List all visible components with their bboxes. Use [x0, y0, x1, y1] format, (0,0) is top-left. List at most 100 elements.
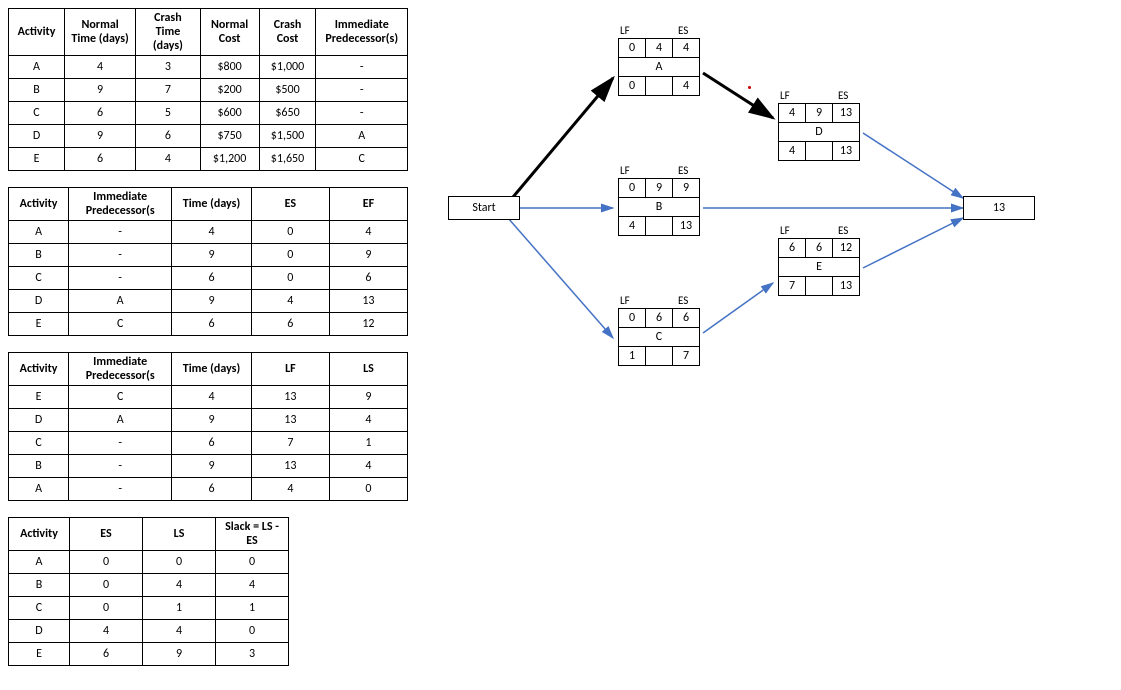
cell: D — [9, 290, 69, 313]
cell: 0 — [619, 309, 646, 328]
cell: D — [9, 409, 69, 432]
table-row: D96$750$1,500A — [9, 125, 408, 148]
cell: 9 — [329, 386, 407, 409]
cell: 7 — [251, 432, 329, 455]
table-row: A-640 — [9, 478, 408, 501]
cell: 6 — [65, 102, 136, 125]
cell: C — [9, 267, 69, 290]
cell: - — [316, 56, 408, 79]
cell: 4 — [329, 455, 407, 478]
cell: C — [316, 148, 408, 171]
table-row: C65$600$650- — [9, 102, 408, 125]
lf-label: LF — [780, 89, 790, 102]
cell: $200 — [200, 79, 259, 102]
cell: A — [69, 409, 172, 432]
cell: 3 — [136, 56, 201, 79]
th: LS — [329, 353, 407, 386]
cell: 6 — [779, 239, 806, 258]
cell: A — [9, 56, 65, 79]
cell: 1 — [329, 432, 407, 455]
th: Normal Time (days) — [65, 9, 136, 56]
cell: $1,200 — [200, 148, 259, 171]
node-grid: 044A04 — [618, 38, 700, 96]
cell: A — [316, 125, 408, 148]
cell — [646, 347, 673, 366]
cell: 0 — [251, 267, 329, 290]
cell — [646, 77, 673, 96]
cell: C — [69, 313, 172, 336]
cell: 13 — [833, 277, 860, 296]
th: LS — [143, 518, 216, 551]
table-row: E693 — [9, 643, 289, 666]
node-grid: 066C17 — [618, 308, 700, 366]
cell: 12 — [329, 313, 407, 336]
th: Crash Time (days) — [136, 9, 201, 56]
cell: 0 — [619, 77, 646, 96]
th: Immediate Predecessor(s) — [316, 9, 408, 56]
cell: 6 — [646, 309, 673, 328]
cell: $800 — [200, 56, 259, 79]
cell: - — [69, 244, 172, 267]
cell: 4 — [172, 221, 252, 244]
cell: - — [316, 79, 408, 102]
cell: 6 — [172, 478, 252, 501]
activity-label: E — [779, 258, 860, 277]
cell: 9 — [172, 409, 252, 432]
cell: 4 — [646, 39, 673, 58]
th: Immediate Predecessor(s — [69, 188, 172, 221]
cell — [646, 217, 673, 236]
cell: 0 — [70, 574, 143, 597]
th: ES — [70, 518, 143, 551]
cell: 0 — [251, 221, 329, 244]
cell: - — [69, 432, 172, 455]
cell: $1,650 — [259, 148, 316, 171]
activity-label: D — [779, 123, 860, 142]
activity-node-A: LFES044A04 — [618, 38, 700, 112]
th: Crash Cost — [259, 9, 316, 56]
cell: E — [9, 148, 65, 171]
table-row: EC6612 — [9, 313, 408, 336]
cell: 9 — [172, 455, 252, 478]
cell: B — [9, 244, 69, 267]
end-label: 13 — [993, 201, 1005, 215]
es-label: ES — [838, 89, 848, 102]
table-row: E64$1,200$1,650C — [9, 148, 408, 171]
es-label: ES — [678, 164, 688, 177]
cell: A — [9, 478, 69, 501]
cell: - — [316, 102, 408, 125]
cell: A — [9, 221, 69, 244]
cell: D — [9, 125, 65, 148]
cell: 4 — [619, 217, 646, 236]
cell: 6 — [172, 432, 252, 455]
cell: 4 — [216, 574, 289, 597]
th: Activity — [9, 353, 69, 386]
table-row: B044 — [9, 574, 289, 597]
cell: 9 — [646, 179, 673, 198]
table-row: C-671 — [9, 432, 408, 455]
table-row: B-9134 — [9, 455, 408, 478]
activity-node-D: LFES4913D413 — [778, 103, 860, 177]
es-label: ES — [838, 224, 848, 237]
cell: 5 — [136, 102, 201, 125]
cell: 4 — [779, 104, 806, 123]
cell: C — [9, 102, 65, 125]
cell: - — [69, 221, 172, 244]
cell — [806, 277, 833, 296]
es-label: ES — [678, 294, 688, 307]
lf-label: LF — [620, 24, 630, 37]
table-row: C011 — [9, 597, 289, 620]
activity-label: B — [619, 198, 700, 217]
cell — [806, 142, 833, 161]
cell: 9 — [673, 179, 700, 198]
cell: $1,000 — [259, 56, 316, 79]
cell: 6 — [172, 267, 252, 290]
cell: C — [9, 597, 70, 620]
cell: 9 — [65, 79, 136, 102]
arrows-layer — [438, 8, 1038, 428]
cell: $500 — [259, 79, 316, 102]
cell: B — [9, 79, 65, 102]
cell: 9 — [65, 125, 136, 148]
cell: 4 — [70, 620, 143, 643]
cell: 13 — [833, 142, 860, 161]
cell: C — [69, 386, 172, 409]
